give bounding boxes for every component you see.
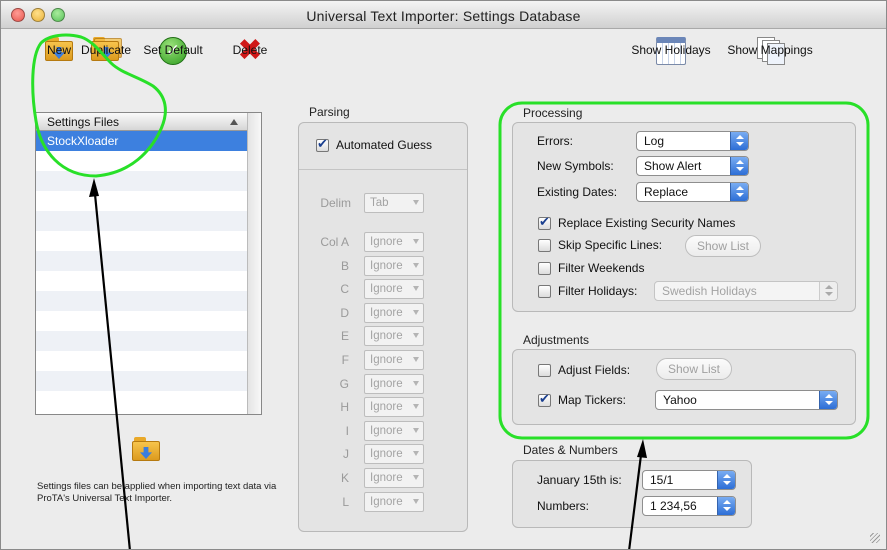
annotation-highlight-left (31, 33, 167, 178)
settings-database-window: Universal Text Importer: Settings Databa… (0, 0, 887, 550)
annotation-overlay (31, 33, 870, 549)
annotation-pointer-left (92, 183, 131, 549)
annotation-highlight-right (498, 101, 870, 440)
annotation-arrowhead-right (637, 439, 647, 458)
annotation-arrowhead-left (89, 178, 99, 197)
annotation-pointer-right (628, 446, 644, 549)
